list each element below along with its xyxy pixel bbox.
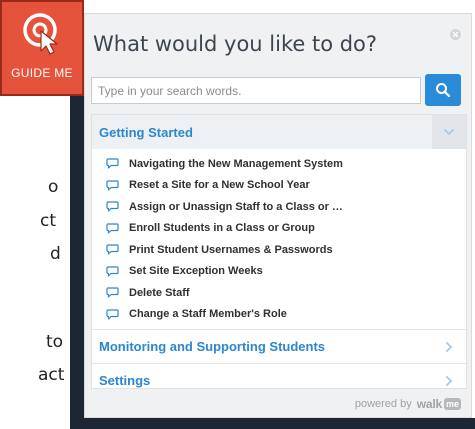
chat-bubble-icon [106, 158, 119, 169]
chat-bubble-icon [106, 266, 119, 277]
section-getting-started[interactable]: Getting Started [92, 115, 466, 149]
search-button[interactable] [425, 74, 461, 106]
page-dark-footer-bar [70, 418, 475, 429]
list-item-label: Reset a Site for a New School Year [129, 179, 310, 192]
list-item[interactable]: Enroll Students in a Class or Group [92, 218, 466, 240]
list-item[interactable]: Navigating the New Management System [92, 153, 466, 175]
list-item[interactable]: Assign or Unassign Staff to a Class or … [92, 196, 466, 218]
chat-bubble-icon [106, 223, 119, 234]
background-text-fragment: act [38, 365, 65, 385]
list-item[interactable]: Set Site Exception Weeks [92, 261, 466, 283]
section-title: Monitoring and Supporting Students [99, 339, 326, 354]
footer-prefix: powered by [354, 398, 412, 410]
chat-bubble-icon [106, 180, 119, 191]
background-text-fragment: ct [40, 211, 57, 231]
background-text-fragment: to [46, 332, 64, 352]
list-item[interactable]: Reset a Site for a New School Year [92, 175, 466, 197]
list-item-label: Navigating the New Management System [129, 157, 343, 170]
guide-me-button[interactable]: GUIDE ME [0, 0, 84, 96]
chevron-down-icon[interactable] [432, 115, 466, 149]
chevron-right-icon[interactable] [432, 364, 466, 397]
search-input[interactable] [91, 77, 421, 104]
walkme-logo-badge: me [443, 398, 461, 410]
guide-popup: What would you like to do? Getting Start… [84, 13, 472, 418]
section-title: Getting Started [99, 124, 193, 140]
list-item-label: Set Site Exception Weeks [129, 265, 263, 278]
chat-bubble-icon [106, 201, 119, 212]
background-text-fragment: o [48, 177, 59, 197]
section-settings[interactable]: Settings [92, 363, 466, 397]
chat-bubble-icon [106, 287, 119, 298]
chat-bubble-icon [106, 244, 119, 255]
list-item-label: Change a Staff Member's Role [129, 308, 287, 321]
chevron-right-icon[interactable] [432, 330, 466, 363]
chat-bubble-icon [106, 309, 119, 320]
list-item[interactable]: Delete Staff [92, 282, 466, 304]
list-item-label: Assign or Unassign Staff to a Class or … [129, 200, 343, 213]
background-text-fragment: d [50, 244, 61, 264]
list-item[interactable]: Print Student Usernames & Passwords [92, 239, 466, 261]
section-title: Settings [99, 373, 151, 388]
guide-me-label: GUIDE ME [11, 66, 73, 80]
list-item-label: Delete Staff [129, 286, 190, 299]
getting-started-items: Navigating the New Management System Res… [92, 149, 466, 329]
popup-title: What would you like to do? [93, 32, 378, 56]
search-icon [425, 82, 461, 98]
section-monitoring-students[interactable]: Monitoring and Supporting Students [92, 329, 466, 363]
cursor-target-icon [2, 11, 82, 60]
walkme-logo: walk [416, 397, 442, 411]
list-item[interactable]: Change a Staff Member's Role [92, 304, 466, 326]
list-item-label: Print Student Usernames & Passwords [129, 243, 333, 256]
topic-list: Getting Started Navigating the New Manag… [91, 114, 467, 389]
close-icon[interactable] [450, 29, 461, 40]
list-item-label: Enroll Students in a Class or Group [129, 222, 315, 235]
powered-by-footer[interactable]: powered by walk me [355, 397, 461, 411]
